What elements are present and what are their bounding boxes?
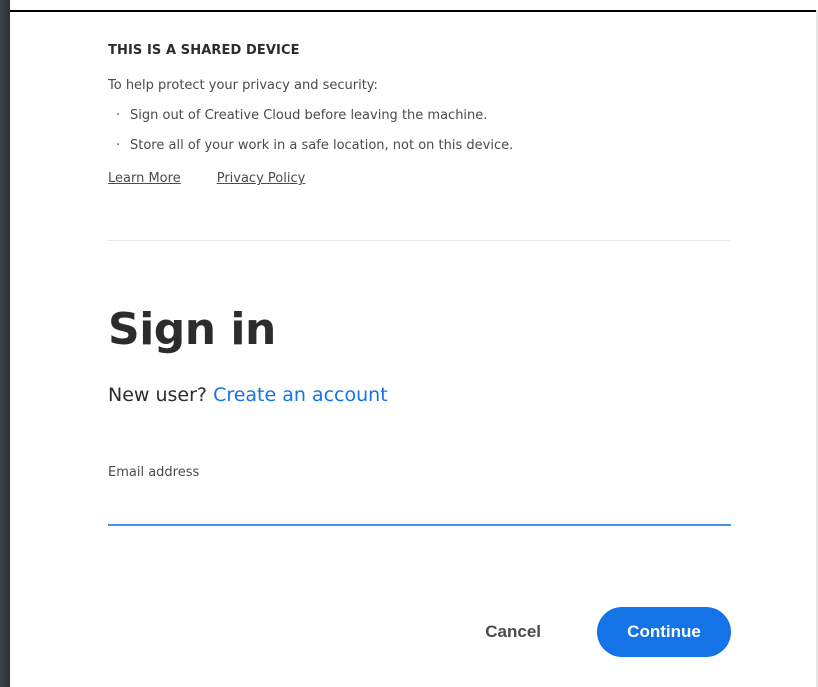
- email-field[interactable]: [108, 502, 731, 526]
- email-label: Email address: [108, 465, 200, 480]
- page-title: Sign in: [108, 304, 276, 355]
- notice-links: Learn More Privacy Policy: [108, 171, 731, 186]
- new-user-row: New user? Create an account: [108, 382, 731, 408]
- notice-intro: To help protect your privacy and securit…: [108, 78, 378, 93]
- notice-bullet-list: · Sign out of Creative Cloud before leav…: [108, 107, 731, 155]
- notice-bullet-text: Store all of your work in a safe locatio…: [130, 138, 514, 153]
- notice-bullet: · Sign out of Creative Cloud before leav…: [108, 107, 731, 125]
- notice-bullet-text: Sign out of Creative Cloud before leavin…: [130, 108, 488, 123]
- privacy-policy-link[interactable]: Privacy Policy: [217, 171, 306, 186]
- notice-title: THIS IS A SHARED DEVICE: [108, 43, 300, 58]
- notice-bullet: · Store all of your work in a safe locat…: [108, 137, 731, 155]
- new-user-label: New user?: [108, 384, 208, 406]
- create-account-link[interactable]: Create an account: [213, 384, 388, 406]
- window-left-edge: [0, 0, 10, 687]
- bullet-dot-icon: ·: [116, 108, 121, 123]
- continue-button[interactable]: Continue: [597, 607, 731, 657]
- shared-device-notice: THIS IS A SHARED DEVICE To help protect …: [108, 42, 731, 186]
- signin-dialog: THIS IS A SHARED DEVICE To help protect …: [0, 0, 818, 687]
- section-divider: [108, 240, 731, 241]
- signin-form: Sign in New user? Create an account Emai…: [108, 300, 731, 526]
- window-top-edge: [10, 0, 818, 8]
- dialog-actions: Cancel Continue: [108, 607, 731, 657]
- cancel-button[interactable]: Cancel: [479, 621, 547, 643]
- learn-more-link[interactable]: Learn More: [108, 171, 181, 186]
- bullet-dot-icon: ·: [116, 138, 121, 153]
- window-top-border: [10, 10, 818, 12]
